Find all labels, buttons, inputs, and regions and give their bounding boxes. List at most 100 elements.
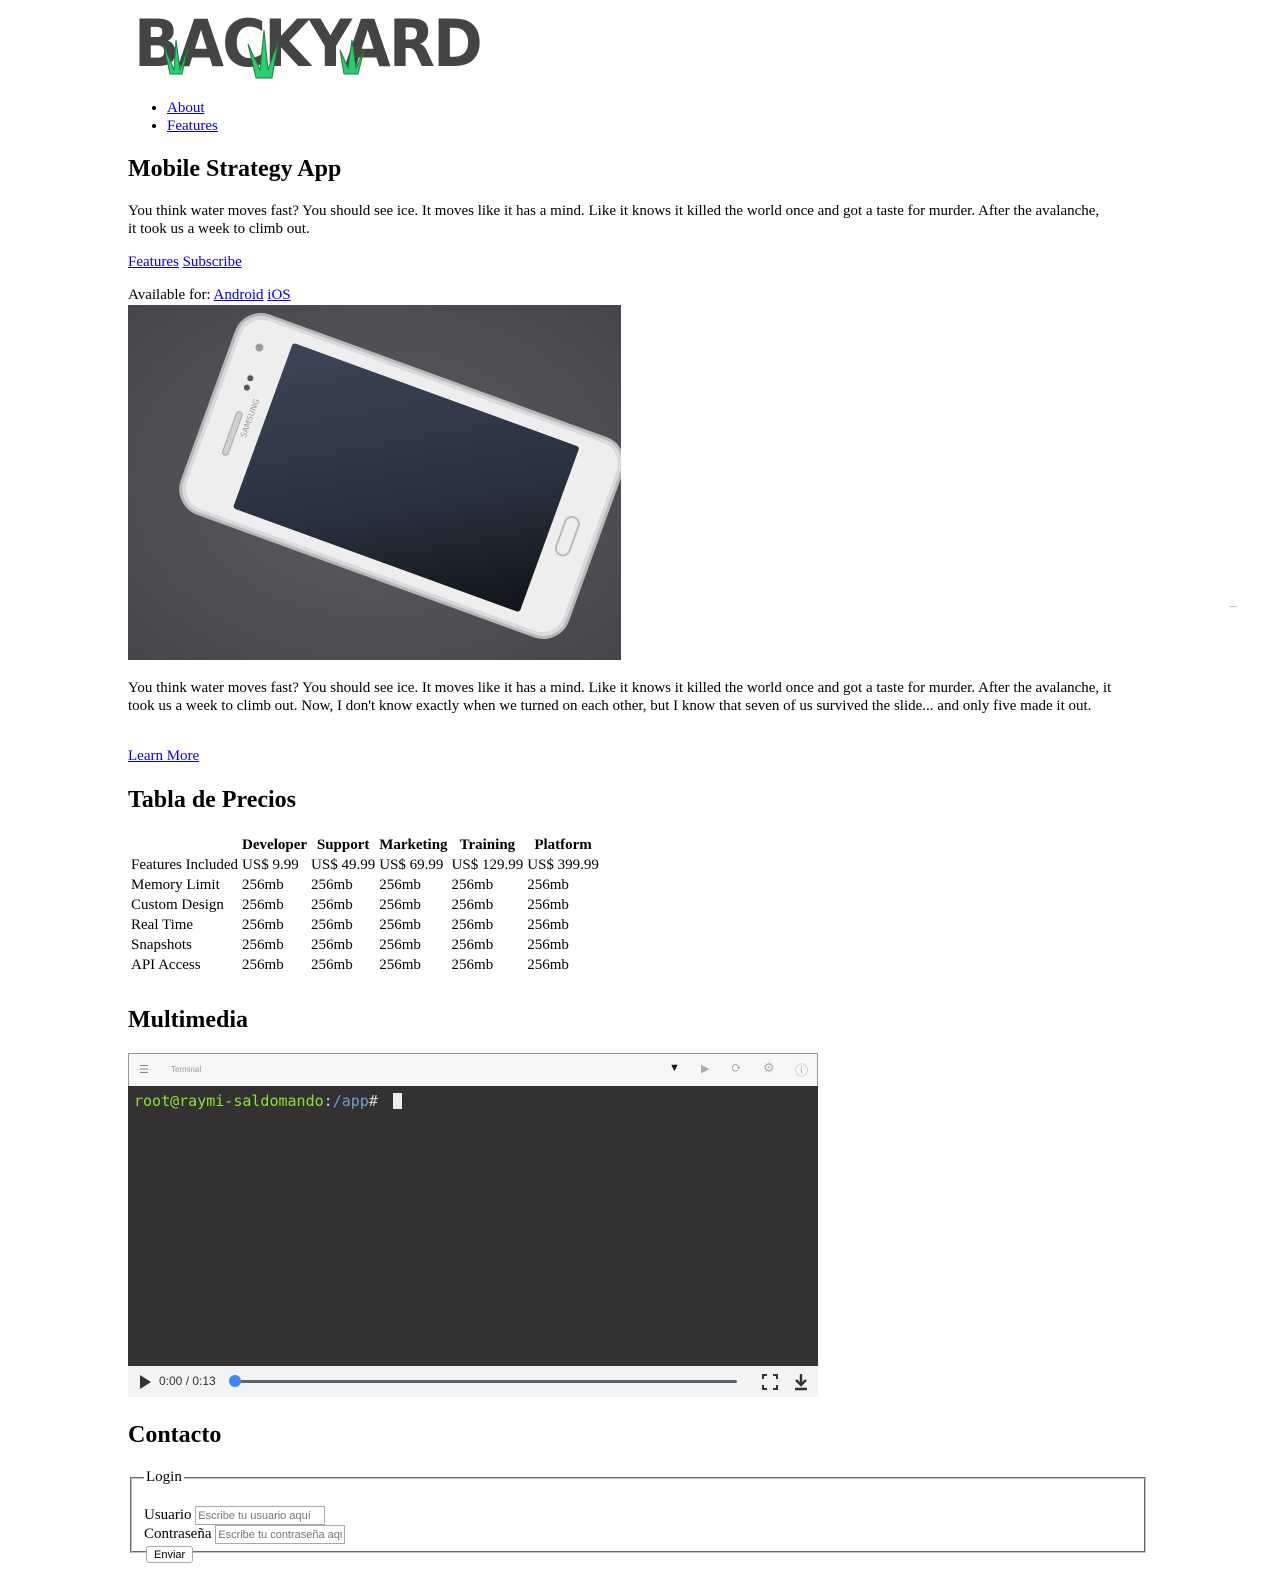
video-controls: 0:00 / 0:13 (128, 1366, 818, 1397)
play-icon[interactable] (138, 1374, 152, 1390)
table-cell: 256mb (451, 956, 494, 973)
hero-body: You think water moves fast? You should s… (128, 680, 1112, 714)
seek-knob[interactable] (229, 1375, 241, 1387)
password-row: Contraseña (144, 1525, 346, 1544)
terminal-screen: root@raymi-saldomando:/app# (128, 1086, 818, 1366)
hero-title: Mobile Strategy App (128, 156, 342, 182)
nav-link-features[interactable]: Features (167, 118, 218, 134)
row-label: Real Time (131, 916, 194, 933)
brand-logo: BACKYARD (134, 12, 483, 82)
login-legend: Login (146, 1469, 182, 1485)
video-player[interactable]: ☰ Terminal ▼ ▶ ⟳ ⚙ ⓘ root@raymi-saldoman… (128, 1053, 818, 1397)
table-cell: US$ 129.99 (451, 856, 524, 873)
gear-icon: ⚙ (763, 1060, 775, 1075)
login-form: Login Usuario Contraseña Enviar (130, 1469, 1146, 1563)
pricing-table: Developer Support Marketing Training Platfor… (128, 834, 602, 976)
table-cell: 256mb (451, 896, 494, 913)
column-header: Training (459, 836, 516, 853)
table-cell: 256mb (379, 936, 421, 953)
table-cell: 256mb (379, 916, 421, 933)
table-row: Features Included US$ 9.99 US$ 49.99 US$ 69… (130, 856, 600, 874)
hero-links: Features Subscribe (128, 254, 242, 272)
list-icon: ☰ (139, 1063, 149, 1076)
terminal-cursor (392, 1093, 402, 1109)
multimedia-title: Multimedia (128, 1007, 248, 1033)
table-cell: 256mb (527, 956, 569, 973)
table-row: Custom Design 256mb 256mb 256mb 256mb 256mb (130, 896, 600, 914)
table-cell: 256mb (311, 916, 353, 933)
table-cell: 256mb (451, 936, 494, 953)
grass-icon (163, 29, 365, 79)
column-header: Support (316, 836, 370, 853)
table-header-row: Developer Support Marketing Training Platfor… (130, 836, 600, 854)
submit-button[interactable]: Enviar (146, 1546, 194, 1563)
table-cell: 256mb (379, 956, 421, 973)
table-row: Real Time 256mb 256mb 256mb 256mb 256mb (130, 916, 600, 934)
android-link[interactable]: Android (214, 287, 264, 303)
refresh-icon: ⟳ (731, 1060, 742, 1075)
info-icon: ⓘ (795, 1063, 809, 1078)
password-label: Contraseña (144, 1525, 212, 1542)
prompt-path: /app (332, 1092, 369, 1110)
terminal-toolbar: ☰ Terminal ▼ ▶ ⟳ ⚙ ⓘ (128, 1053, 818, 1086)
table-cell: 256mb (242, 916, 284, 933)
table-cell: 256mb (311, 876, 353, 893)
dropdown-icon: ▼ (669, 1062, 680, 1074)
nav-link-about[interactable]: About (167, 100, 205, 116)
table-row: Memory Limit 256mb 256mb 256mb 256mb 256mb (130, 876, 600, 894)
table-cell: US$ 9.99 (242, 856, 299, 873)
table-cell: 256mb (242, 896, 284, 913)
column-header: Platform (534, 836, 592, 853)
row-label: Custom Design (131, 896, 224, 913)
column-header (130, 836, 239, 854)
table-cell: 256mb (242, 956, 284, 973)
table-cell: 256mb (451, 876, 494, 893)
prompt-hash: # (368, 1092, 378, 1110)
hero-intro: You think water moves fast? You should s… (128, 203, 1100, 237)
terminal-tab: Terminal (171, 1065, 202, 1074)
table-row: API Access 256mb 256mb 256mb 256mb 256mb (130, 956, 600, 974)
seek-bar[interactable] (229, 1375, 737, 1387)
row-label: Memory Limit (131, 876, 220, 893)
username-label: Usuario (144, 1506, 192, 1523)
phone-image: SAMSUNG (128, 305, 621, 660)
run-icon: ▶ (701, 1063, 710, 1075)
download-icon[interactable] (793, 1373, 809, 1391)
table-cell: US$ 69.99 (379, 856, 444, 873)
row-label: Features Included (131, 856, 239, 873)
video-time: 0:00 / 0:13 (159, 1374, 216, 1388)
table-cell: 256mb (242, 876, 284, 893)
table-cell: 256mb (379, 876, 421, 893)
table-cell: 256mb (527, 916, 569, 933)
features-link[interactable]: Features (128, 254, 179, 270)
table-cell: 256mb (451, 916, 494, 933)
table-cell: 256mb (527, 876, 569, 893)
main-nav: About Features (128, 100, 218, 135)
table-cell: US$ 399.99 (527, 856, 599, 873)
prompt-sep: : (323, 1092, 333, 1110)
column-header: Marketing (379, 836, 448, 853)
table-cell: 256mb (311, 896, 353, 913)
table-cell: 256mb (527, 896, 569, 913)
prompt-user: root@raymi-saldomando (134, 1092, 324, 1110)
nav-item-features: Features (167, 118, 218, 136)
pricing-title: Tabla de Precios (128, 787, 297, 813)
table-cell: 256mb (311, 936, 353, 953)
username-row: Usuario (144, 1506, 326, 1525)
phone-illustration: SAMSUNG (128, 305, 621, 660)
learn-more-link[interactable]: Learn More (128, 748, 199, 764)
username-input[interactable] (195, 1506, 326, 1525)
password-input[interactable] (215, 1525, 346, 1544)
table-cell: US$ 49.99 (311, 856, 376, 873)
contact-title: Contacto (128, 1422, 222, 1448)
learn-more-row: Learn More (128, 748, 199, 766)
table-cell: 256mb (379, 896, 421, 913)
column-header: Developer (242, 836, 308, 853)
fullscreen-icon[interactable] (762, 1374, 778, 1390)
table-cell: 256mb (242, 936, 284, 953)
ios-link[interactable]: iOS (267, 287, 290, 303)
table-row: Snapshots 256mb 256mb 256mb 256mb 256mb (130, 936, 600, 954)
subscribe-link[interactable]: Subscribe (183, 254, 242, 270)
nav-item-about: About (167, 100, 218, 118)
row-label: Snapshots (131, 936, 192, 953)
